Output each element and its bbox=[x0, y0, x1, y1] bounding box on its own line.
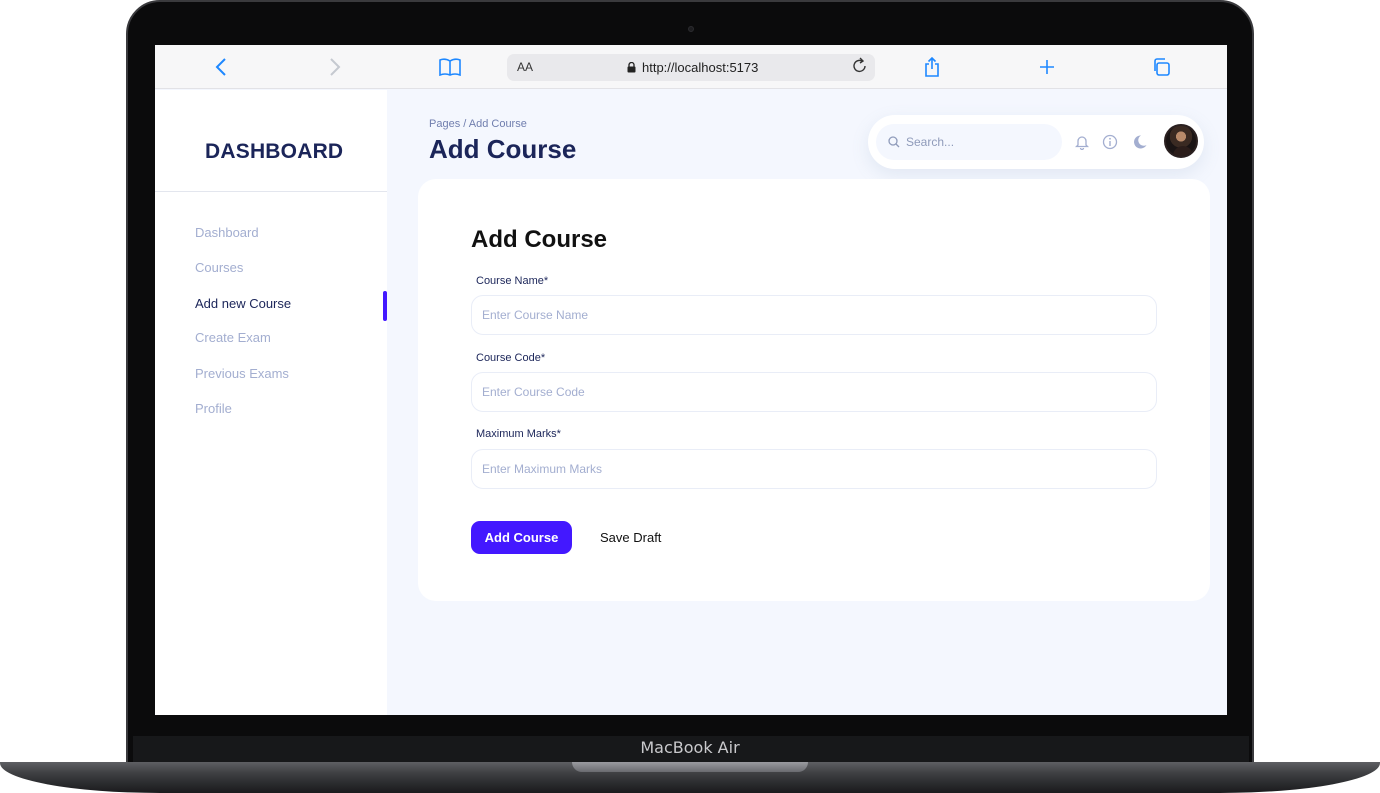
save-draft-button[interactable]: Save Draft bbox=[592, 521, 669, 554]
sidebar-item-dashboard[interactable]: Dashboard bbox=[195, 225, 259, 240]
maximum-marks-label: Maximum Marks* bbox=[476, 428, 561, 440]
active-nav-indicator bbox=[383, 291, 387, 321]
share-icon[interactable] bbox=[920, 55, 944, 79]
new-tab-icon[interactable] bbox=[1035, 55, 1059, 79]
sidebar-title: DASHBOARD bbox=[205, 140, 344, 163]
form-title: Add Course bbox=[471, 226, 608, 253]
address-bar[interactable]: AA http://localhost:5173 bbox=[507, 54, 875, 81]
info-icon[interactable] bbox=[1100, 132, 1120, 152]
browser-toolbar: AA http://localhost:5173 bbox=[155, 45, 1227, 89]
forward-icon[interactable] bbox=[323, 55, 347, 79]
bell-icon[interactable] bbox=[1072, 132, 1092, 152]
avatar[interactable] bbox=[1164, 124, 1198, 158]
course-code-input[interactable] bbox=[471, 372, 1157, 412]
back-icon[interactable] bbox=[209, 55, 233, 79]
search-icon bbox=[888, 136, 900, 148]
search-box[interactable] bbox=[876, 124, 1062, 160]
text-size-button[interactable]: AA bbox=[517, 60, 533, 74]
add-course-card: Add Course Course Name* Course Code* Max… bbox=[418, 179, 1210, 601]
screen: AA http://localhost:5173 DASHBOARD Dashb… bbox=[155, 45, 1227, 715]
breadcrumb: Pages / Add Course bbox=[429, 118, 527, 130]
laptop-notch bbox=[572, 762, 808, 772]
camera bbox=[688, 26, 694, 32]
sidebar-item-courses[interactable]: Courses bbox=[195, 260, 243, 275]
add-course-button[interactable]: Add Course bbox=[471, 521, 572, 554]
sidebar-item-create-exam[interactable]: Create Exam bbox=[195, 330, 271, 345]
tabs-icon[interactable] bbox=[1149, 55, 1173, 79]
sidebar-item-add-new-course[interactable]: Add new Course bbox=[195, 296, 291, 311]
maximum-marks-input[interactable] bbox=[471, 449, 1157, 489]
search-input[interactable] bbox=[906, 135, 1046, 149]
sidebar-item-profile[interactable]: Profile bbox=[195, 401, 232, 416]
url-text: http://localhost:5173 bbox=[642, 60, 759, 75]
course-name-label: Course Name* bbox=[476, 275, 549, 287]
reload-icon[interactable] bbox=[853, 57, 867, 78]
sidebar: DASHBOARD Dashboard Courses Add new Cour… bbox=[155, 90, 387, 715]
header-actions bbox=[868, 115, 1204, 169]
course-name-input[interactable] bbox=[471, 295, 1157, 335]
moon-icon[interactable] bbox=[1130, 132, 1150, 152]
device-label: MacBook Air bbox=[640, 738, 740, 757]
lock-icon bbox=[627, 62, 636, 73]
url-display: http://localhost:5173 bbox=[627, 60, 758, 75]
course-code-label: Course Code* bbox=[476, 352, 546, 364]
page-title: Add Course bbox=[429, 134, 577, 164]
sidebar-divider bbox=[155, 191, 387, 192]
bookmarks-icon[interactable] bbox=[438, 55, 462, 79]
sidebar-item-previous-exams[interactable]: Previous Exams bbox=[195, 366, 289, 381]
